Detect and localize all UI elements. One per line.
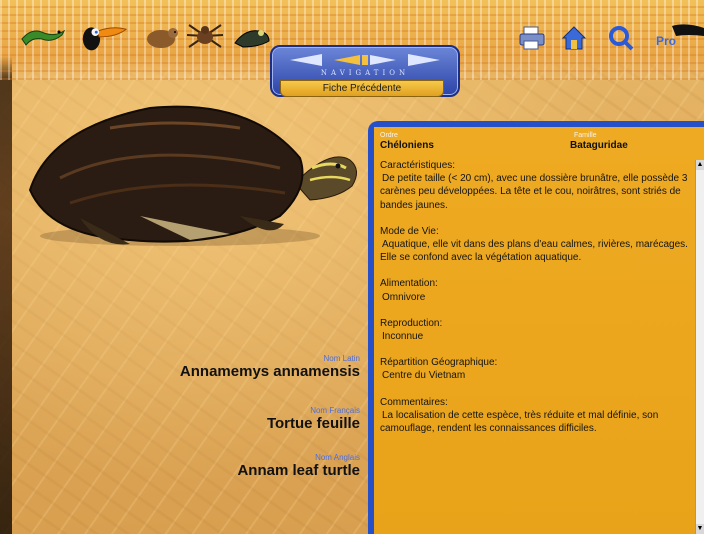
- section-text: La localisation de cette espèce, très ré…: [380, 409, 659, 435]
- toucan-icon[interactable]: [78, 16, 128, 56]
- section-text: Inconnue: [382, 331, 424, 343]
- french-name-label: Nom Français: [310, 406, 360, 415]
- latin-name: Annamemys annamensis: [179, 363, 360, 380]
- family-label: Famille: [574, 132, 597, 139]
- frog-icon[interactable]: [226, 16, 276, 56]
- section-title: Mode de Vie:: [380, 225, 439, 237]
- turtle-image: [28, 105, 357, 246]
- lizard-icon[interactable]: [18, 16, 68, 56]
- section-title: Répartition Géographique:: [380, 357, 498, 369]
- printer-icon[interactable]: [518, 24, 546, 52]
- profile-label: Pro: [656, 34, 677, 48]
- section-title: Alimentation:: [380, 278, 438, 290]
- section-text: Centre du Vietnam: [382, 370, 466, 382]
- previous-record-button[interactable]: Fiche Précédente: [280, 80, 444, 97]
- family-value: Bataguridae: [570, 140, 628, 151]
- order-value: Chéloniens: [380, 140, 434, 151]
- scroll-up-icon[interactable]: ▲: [696, 160, 704, 170]
- back-arrow-icon: [290, 54, 322, 66]
- profile-button[interactable]: Pro: [652, 20, 704, 56]
- vertical-scrollbar[interactable]: ▲ ▼: [695, 160, 704, 534]
- navigation-arrows: [290, 54, 440, 66]
- latin-name-label: Nom Latin: [323, 354, 360, 363]
- english-name: Annam leaf turtle: [237, 462, 360, 479]
- english-name-label: Nom Anglais: [315, 453, 360, 462]
- description-text: Caractéristiques: De petite taille (< 20…: [380, 159, 692, 534]
- navigation-title: NAVIGATION: [320, 69, 410, 77]
- order-label: Ordre: [380, 132, 398, 139]
- spider-icon[interactable]: [180, 16, 230, 56]
- latin-name-block: Nom Latin Annamemys annamensis: [60, 354, 360, 380]
- scroll-down-icon[interactable]: ▼: [696, 524, 704, 534]
- section-title: Reproduction:: [380, 317, 443, 329]
- left-edge-strip: [0, 0, 12, 534]
- section-title: Commentaires:: [380, 396, 448, 408]
- info-panel: Ordre Chéloniens Famille Bataguridae Car…: [368, 121, 704, 534]
- english-name-block: Nom Anglais Annam leaf turtle: [60, 453, 360, 479]
- rodent-icon[interactable]: [136, 16, 186, 56]
- section-title: Caractéristiques:: [380, 160, 456, 171]
- info-panel-body: Ordre Chéloniens Famille Bataguridae Car…: [374, 127, 704, 534]
- french-name-block: Nom Français Tortue feuille: [60, 406, 360, 432]
- previous-arrow-icon: [334, 55, 360, 65]
- section-text: Aquatique, elle vit dans des plans d'eau…: [380, 239, 688, 264]
- home-icon[interactable]: [560, 24, 588, 52]
- section-text: De petite taille (< 20 cm), avec une dos…: [380, 173, 688, 211]
- section-text: Omnivore: [382, 291, 426, 303]
- search-icon[interactable]: [607, 24, 635, 52]
- forward-arrow-icon: [408, 54, 440, 66]
- next-arrow-icon: [370, 55, 396, 65]
- french-name: Tortue feuille: [266, 415, 360, 432]
